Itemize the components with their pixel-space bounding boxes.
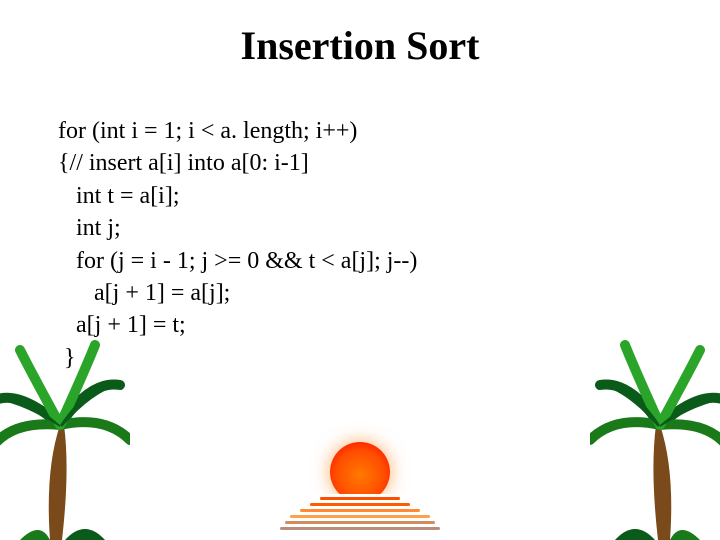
palm-tree-right-icon [590, 330, 720, 540]
sun-icon [330, 442, 390, 502]
sunset-icon [250, 420, 470, 540]
slide-title: Insertion Sort [0, 22, 720, 69]
slide: Insertion Sort for (int i = 1; i < a. le… [0, 0, 720, 540]
code-block: for (int i = 1; i < a. length; i++) {// … [58, 115, 417, 374]
water-reflection-icon [280, 494, 440, 540]
